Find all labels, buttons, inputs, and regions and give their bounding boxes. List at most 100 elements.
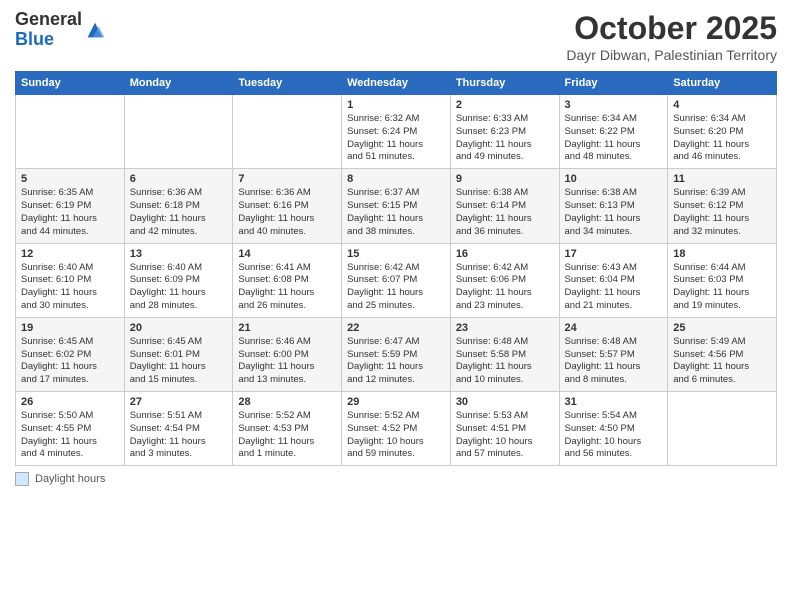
day-number: 29 [347, 396, 445, 408]
day-number: 22 [347, 322, 445, 334]
day-cell-25: 25Sunrise: 5:49 AM Sunset: 4:56 PM Dayli… [668, 317, 777, 391]
day-number: 28 [238, 396, 336, 408]
day-number: 26 [21, 396, 119, 408]
week-row-1: 5 Sunrise: 6:35 AM Sunset: 6:19 PM Daylig… [16, 169, 777, 243]
day-number: 12 [21, 248, 119, 260]
day-info: Sunrise: 5:53 AM Sunset: 4:51 PM Dayligh… [456, 410, 554, 461]
day-info: Sunrise: 6:43 AM Sunset: 6:04 PM Dayligh… [565, 262, 663, 313]
day-number: 14 [238, 248, 336, 260]
week-row-2: 12 Sunrise: 6:40 AM Sunset: 6:10 PM Dayli… [16, 243, 777, 317]
day-info: Sunrise: 5:52 AM Sunset: 4:52 PM Dayligh… [347, 410, 445, 461]
week-row-3: 19 Sunrise: 6:45 AM Sunset: 6:02 PM Dayli… [16, 317, 777, 391]
day-cell-4: 4 Sunrise: 6:34 AM Sunset: 6:20 PM Daylig… [668, 95, 777, 169]
day-number: 31 [565, 396, 663, 408]
day-number: 27 [130, 396, 228, 408]
page: General Blue October 2025 Dayr Dibwan, P… [0, 0, 792, 612]
weekday-header-friday: Friday [559, 72, 668, 95]
day-info: Sunrise: 6:33 AM Sunset: 6:23 PM Dayligh… [456, 113, 554, 164]
day-info: Sunrise: 6:42 AM Sunset: 6:06 PM Dayligh… [456, 262, 554, 313]
month-title: October 2025 [566, 10, 777, 47]
day-info: Sunrise: 6:38 AM Sunset: 6:13 PM Dayligh… [565, 187, 663, 238]
week-row-4: 26 Sunrise: 5:50 AM Sunset: 4:55 PM Dayli… [16, 392, 777, 466]
day-cell-21: 21 Sunrise: 6:46 AM Sunset: 6:00 PM Dayli… [233, 317, 342, 391]
day-info: Sunrise: 6:36 AM Sunset: 6:18 PM Dayligh… [130, 187, 228, 238]
empty-cell [668, 392, 777, 466]
weekday-header-wednesday: Wednesday [342, 72, 451, 95]
day-number: 23 [456, 322, 554, 334]
day-number: 15 [347, 248, 445, 260]
day-info: Sunrise: 6:45 AM Sunset: 6:01 PM Dayligh… [130, 336, 228, 387]
day-number: 13 [130, 248, 228, 260]
day-cell-27: 27 Sunrise: 5:51 AM Sunset: 4:54 PM Dayli… [124, 392, 233, 466]
day-info: Sunrise: 6:40 AM Sunset: 6:09 PM Dayligh… [130, 262, 228, 313]
day-number: 16 [456, 248, 554, 260]
day-cell-8: 8Sunrise: 6:37 AM Sunset: 6:15 PM Daylig… [342, 169, 451, 243]
day-info: Sunrise: 6:42 AM Sunset: 6:07 PM Dayligh… [347, 262, 445, 313]
day-info: Sunrise: 6:39 AM Sunset: 6:12 PM Dayligh… [673, 187, 771, 238]
day-info: Sunrise: 6:37 AM Sunset: 6:15 PM Dayligh… [347, 187, 445, 238]
day-info: Sunrise: 6:36 AM Sunset: 6:16 PM Dayligh… [238, 187, 336, 238]
day-cell-10: 10 Sunrise: 6:38 AM Sunset: 6:13 PM Dayli… [559, 169, 668, 243]
day-cell-31: 31Sunrise: 5:54 AM Sunset: 4:50 PM Dayli… [559, 392, 668, 466]
day-cell-29: 29 Sunrise: 5:52 AM Sunset: 4:52 PM Dayli… [342, 392, 451, 466]
day-cell-6: 6Sunrise: 6:36 AM Sunset: 6:18 PM Daylig… [124, 169, 233, 243]
day-number: 4 [673, 99, 771, 111]
day-info: Sunrise: 6:48 AM Sunset: 5:57 PM Dayligh… [565, 336, 663, 387]
day-info: Sunrise: 6:34 AM Sunset: 6:22 PM Dayligh… [565, 113, 663, 164]
day-cell-19: 19 Sunrise: 6:45 AM Sunset: 6:02 PM Dayli… [16, 317, 125, 391]
logo: General Blue [15, 10, 106, 50]
weekday-header-monday: Monday [124, 72, 233, 95]
legend: Daylight hours [15, 472, 777, 486]
day-cell-5: 5 Sunrise: 6:35 AM Sunset: 6:19 PM Daylig… [16, 169, 125, 243]
day-number: 18 [673, 248, 771, 260]
weekday-header-thursday: Thursday [450, 72, 559, 95]
day-cell-17: 17Sunrise: 6:43 AM Sunset: 6:04 PM Dayli… [559, 243, 668, 317]
day-number: 21 [238, 322, 336, 334]
legend-box [15, 472, 29, 486]
empty-cell [16, 95, 125, 169]
day-cell-23: 23 Sunrise: 6:48 AM Sunset: 5:58 PM Dayli… [450, 317, 559, 391]
day-cell-28: 28 Sunrise: 5:52 AM Sunset: 4:53 PM Dayli… [233, 392, 342, 466]
legend-label: Daylight hours [35, 473, 105, 485]
day-info: Sunrise: 6:47 AM Sunset: 5:59 PM Dayligh… [347, 336, 445, 387]
empty-cell [124, 95, 233, 169]
day-number: 9 [456, 173, 554, 185]
week-row-0: 1Sunrise: 6:32 AM Sunset: 6:24 PM Daylig… [16, 95, 777, 169]
day-number: 19 [21, 322, 119, 334]
day-cell-7: 7 Sunrise: 6:36 AM Sunset: 6:16 PM Daylig… [233, 169, 342, 243]
day-info: Sunrise: 6:32 AM Sunset: 6:24 PM Dayligh… [347, 113, 445, 164]
day-cell-9: 9 Sunrise: 6:38 AM Sunset: 6:14 PM Daylig… [450, 169, 559, 243]
day-cell-3: 3Sunrise: 6:34 AM Sunset: 6:22 PM Daylig… [559, 95, 668, 169]
day-info: Sunrise: 5:52 AM Sunset: 4:53 PM Dayligh… [238, 410, 336, 461]
day-cell-13: 13 Sunrise: 6:40 AM Sunset: 6:09 PM Dayli… [124, 243, 233, 317]
day-number: 10 [565, 173, 663, 185]
day-cell-15: 15 Sunrise: 6:42 AM Sunset: 6:07 PM Dayli… [342, 243, 451, 317]
day-number: 25 [673, 322, 771, 334]
day-cell-18: 18Sunrise: 6:44 AM Sunset: 6:03 PM Dayli… [668, 243, 777, 317]
weekday-header-row: SundayMondayTuesdayWednesdayThursdayFrid… [16, 72, 777, 95]
header: General Blue October 2025 Dayr Dibwan, P… [15, 10, 777, 63]
day-cell-16: 16 Sunrise: 6:42 AM Sunset: 6:06 PM Dayli… [450, 243, 559, 317]
day-info: Sunrise: 6:41 AM Sunset: 6:08 PM Dayligh… [238, 262, 336, 313]
day-info: Sunrise: 6:46 AM Sunset: 6:00 PM Dayligh… [238, 336, 336, 387]
day-info: Sunrise: 5:50 AM Sunset: 4:55 PM Dayligh… [21, 410, 119, 461]
day-number: 7 [238, 173, 336, 185]
calendar-table: SundayMondayTuesdayWednesdayThursdayFrid… [15, 71, 777, 466]
day-number: 30 [456, 396, 554, 408]
day-info: Sunrise: 5:51 AM Sunset: 4:54 PM Dayligh… [130, 410, 228, 461]
day-info: Sunrise: 6:45 AM Sunset: 6:02 PM Dayligh… [21, 336, 119, 387]
title-block: October 2025 Dayr Dibwan, Palestinian Te… [566, 10, 777, 63]
day-cell-24: 24Sunrise: 6:48 AM Sunset: 5:57 PM Dayli… [559, 317, 668, 391]
day-info: Sunrise: 6:38 AM Sunset: 6:14 PM Dayligh… [456, 187, 554, 238]
day-info: Sunrise: 6:34 AM Sunset: 6:20 PM Dayligh… [673, 113, 771, 164]
day-number: 5 [21, 173, 119, 185]
logo-text: General Blue [15, 10, 82, 50]
day-info: Sunrise: 6:40 AM Sunset: 6:10 PM Dayligh… [21, 262, 119, 313]
day-cell-11: 11 Sunrise: 6:39 AM Sunset: 6:12 PM Dayli… [668, 169, 777, 243]
day-cell-26: 26 Sunrise: 5:50 AM Sunset: 4:55 PM Dayli… [16, 392, 125, 466]
day-info: Sunrise: 6:35 AM Sunset: 6:19 PM Dayligh… [21, 187, 119, 238]
day-info: Sunrise: 6:48 AM Sunset: 5:58 PM Dayligh… [456, 336, 554, 387]
day-cell-1: 1Sunrise: 6:32 AM Sunset: 6:24 PM Daylig… [342, 95, 451, 169]
day-number: 11 [673, 173, 771, 185]
empty-cell [233, 95, 342, 169]
